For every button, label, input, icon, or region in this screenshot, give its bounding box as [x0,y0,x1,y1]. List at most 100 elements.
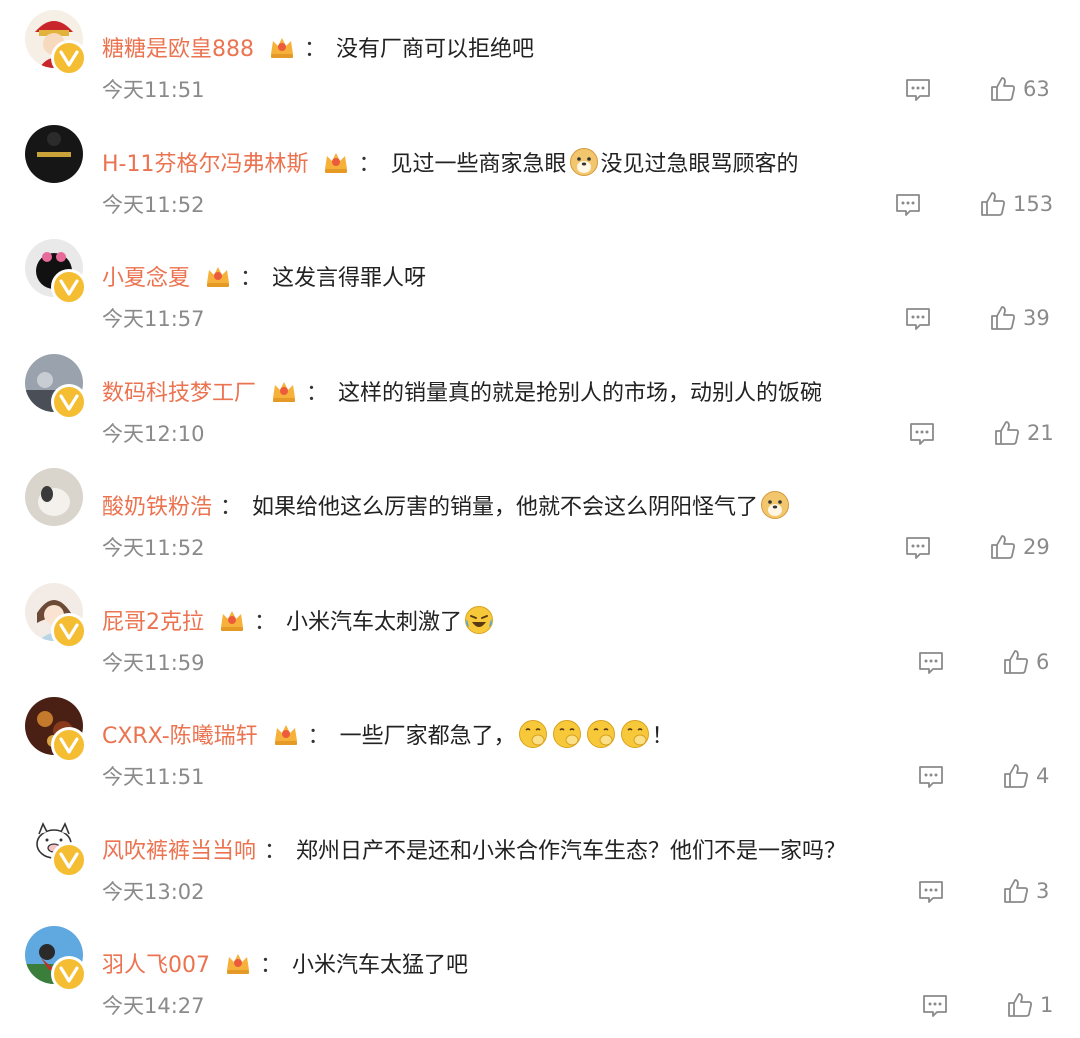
username-link[interactable]: 糖糖是欧皇888 [102,31,254,63]
comment-text: 小米汽车太刺激了 [286,610,463,635]
comment-line: 羽人飞007 ： 小米汽车太猛了吧 [102,946,468,980]
username-link[interactable]: 酸奶铁粉浩 [102,489,212,521]
comment-text-end: ！ [651,724,674,749]
clap-emoji-icon [518,719,548,749]
separator-colon: ： [306,381,329,406]
user-avatar-wrap[interactable] [25,239,87,305]
comment-item: 糖糖是欧皇888 ： 没有厂商可以拒绝吧 今天11:51 63 [0,8,1080,122]
clap-emoji-icon [620,719,650,749]
comment-item: 风吹裤裤当当响 ： 郑州日产不是还和小米合作汽车生态？他们不是一家吗？ 今天13… [0,810,1080,924]
reply-icon[interactable] [917,764,945,790]
comment-timestamp: 今天11:51 [102,78,205,102]
comment-item: 羽人飞007 ： 小米汽车太猛了吧 今天14:27 1 [0,924,1080,1038]
comment-timestamp: 今天12:10 [102,422,205,446]
vip-crown-icon [270,378,298,404]
verified-badge-icon [51,727,87,763]
like-icon[interactable] [994,420,1020,446]
comment-line: 酸奶铁粉浩 ： 如果给他这么厉害的销量，他就不会这么阴阳怪气了 [102,488,792,522]
reply-icon[interactable] [908,421,936,447]
user-avatar-wrap[interactable] [25,812,87,878]
user-avatar-wrap[interactable] [25,926,87,992]
like-icon[interactable] [990,76,1016,102]
laugh-cry-emoji-icon [464,605,494,635]
verified-badge-icon [51,40,87,76]
comment-text: 这样的销量真的就是抢别人的市场，动别人的饭碗 [338,381,823,406]
comment-timestamp: 今天11:52 [102,536,205,560]
like-icon[interactable] [1007,992,1033,1018]
like-count: 4 [1036,764,1050,788]
comment-timestamp: 今天11:52 [102,193,205,217]
user-avatar-wrap[interactable] [25,697,87,763]
comment-text-continued: 没见过急眼骂顾客的 [600,152,799,177]
vip-crown-icon [204,263,232,289]
verified-badge-icon [51,269,87,305]
comment-list: 糖糖是欧皇888 ： 没有厂商可以拒绝吧 今天11:51 63 H-11芬格尔冯… [0,0,1080,1033]
like-icon[interactable] [1003,649,1029,675]
clap-emoji-icon [552,719,582,749]
user-avatar-wrap[interactable] [25,125,85,185]
like-icon[interactable] [990,534,1016,560]
doge-emoji-icon [569,147,599,177]
comment-text: 郑州日产不是还和小米合作汽车生态？他们不是一家吗？ [296,839,847,864]
comment-timestamp: 今天11:51 [102,765,205,789]
verified-badge-icon [51,842,87,878]
comment-timestamp: 今天14:27 [102,994,205,1018]
like-count: 29 [1023,535,1050,559]
comment-item: H-11芬格尔冯弗林斯 ： 见过一些商家急眼 没见过急眼骂顾客的 今天11:52… [0,123,1080,237]
reply-icon[interactable] [904,77,932,103]
separator-colon: ： [254,610,277,635]
avatar[interactable] [25,125,83,183]
username-link[interactable]: 小夏念夏 [102,260,190,292]
user-avatar-wrap[interactable] [25,468,85,528]
verified-badge-icon [51,956,87,992]
user-avatar-wrap[interactable] [25,10,87,76]
comment-item: 酸奶铁粉浩 ： 如果给他这么厉害的销量，他就不会这么阴阳怪气了 今天11:52 … [0,466,1080,580]
vip-crown-icon [218,607,246,633]
username-link[interactable]: 屁哥2克拉 [102,604,204,636]
reply-icon[interactable] [917,879,945,905]
comment-item: CXRX-陈曦瑞轩 ： 一些厂家都急了， ！ 今天11:51 4 [0,695,1080,809]
comment-text: 见过一些商家急眼 [390,152,567,177]
user-avatar-wrap[interactable] [25,354,87,420]
like-count: 39 [1023,306,1050,330]
avatar[interactable] [25,468,83,526]
comment-text: 这发言得罪人呀 [272,266,427,291]
username-link[interactable]: H-11芬格尔冯弗林斯 [102,146,308,178]
reply-icon[interactable] [904,306,932,332]
username-link[interactable]: 羽人飞007 [102,947,210,979]
clap-emoji-icon [586,719,616,749]
like-count: 3 [1036,879,1050,903]
separator-colon: ： [264,839,287,864]
like-count: 6 [1036,650,1050,674]
like-icon[interactable] [1003,763,1029,789]
username-link[interactable]: 风吹裤裤当当响 [102,833,256,865]
comment-item: 屁哥2克拉 ： 小米汽车太刺激了 今天11:59 6 [0,581,1080,695]
comment-timestamp: 今天11:57 [102,307,205,331]
reply-icon[interactable] [921,993,949,1019]
reply-icon[interactable] [917,650,945,676]
vip-crown-icon [224,950,252,976]
username-link[interactable]: CXRX-陈曦瑞轩 [102,718,258,750]
comment-text: 小米汽车太猛了吧 [292,953,469,978]
like-icon[interactable] [1003,878,1029,904]
separator-colon: ： [220,495,243,520]
like-count: 1 [1040,993,1054,1017]
like-icon[interactable] [980,191,1006,217]
vip-crown-icon [272,721,300,747]
comment-timestamp: 今天13:02 [102,880,205,904]
like-icon[interactable] [990,305,1016,331]
username-link[interactable]: 数码科技梦工厂 [102,375,256,407]
comment-line: 糖糖是欧皇888 ： 没有厂商可以拒绝吧 [102,30,534,64]
user-avatar-wrap[interactable] [25,583,87,649]
comment-line: 数码科技梦工厂 ： 这样的销量真的就是抢别人的市场，动别人的饭碗 [102,374,822,408]
doge-emoji-icon [760,490,790,520]
separator-colon: ： [358,152,381,177]
comment-timestamp: 今天11:59 [102,651,205,675]
reply-icon[interactable] [894,192,922,218]
comment-text: 如果给他这么厉害的销量，他就不会这么阴阳怪气了 [252,495,759,520]
like-count: 153 [1013,192,1054,216]
vip-crown-icon [322,149,350,175]
reply-icon[interactable] [904,535,932,561]
separator-colon: ： [304,37,327,62]
comment-text: 一些厂家都急了， [339,724,516,749]
